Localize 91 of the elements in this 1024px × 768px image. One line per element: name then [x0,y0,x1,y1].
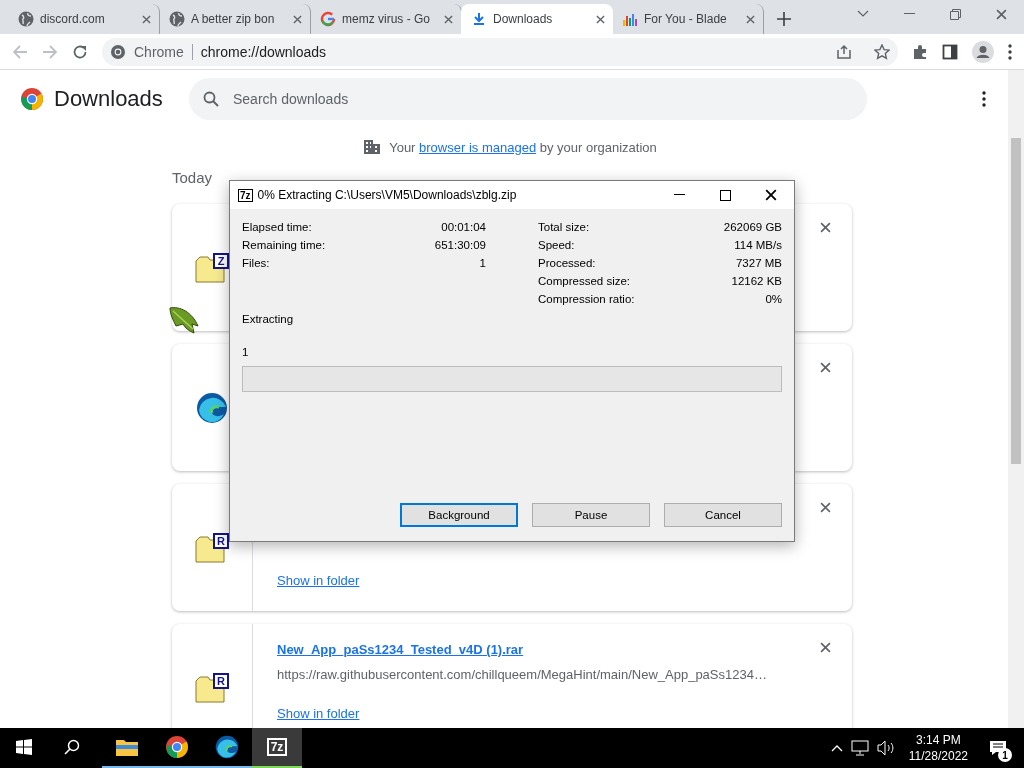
app-logo: 7z [238,188,253,202]
stat-label: Processed: [538,257,596,271]
chevron-down-icon [857,10,869,18]
reload-icon[interactable] [72,43,88,60]
stat-value: 651:30:09 [434,239,486,253]
star-icon[interactable] [874,43,890,60]
chrome-logo-icon [20,87,44,111]
file-type-letter: R [213,532,229,549]
folder-icon [115,737,139,757]
search-icon [203,91,219,107]
source-url: https://raw.githubusercontent.com/chillqueem/MegaHint/main/New_App_paSs1234… [277,667,768,682]
file-name-link[interactable]: New_App_paSs1234_Tested_v4D (1).rar [277,642,828,657]
edge-logo-icon [215,735,239,759]
puzzle-icon[interactable] [912,43,928,60]
stat-label: Compression ratio: [538,293,635,307]
close-icon [820,222,831,233]
stat-label: Total size: [538,221,590,235]
file-type-letter: Z [213,252,229,269]
site-label: Chrome [134,43,193,60]
stat-label: Compressed size: [538,275,631,289]
dialog-button[interactable]: Pause [532,503,650,527]
profile-avatar-icon[interactable] [972,40,994,63]
stat-value: 7327 MB [735,257,782,271]
minimize-icon [903,13,915,15]
stat-value: 0% [765,293,782,307]
restore-icon [949,8,961,20]
dialog-button[interactable]: Background [400,503,518,527]
close-icon [995,8,1007,20]
close-icon [820,502,831,513]
show-in-folder-link[interactable]: Show in folder [277,706,828,721]
current-file: 1 [242,346,250,356]
edge-logo-icon [196,391,228,424]
dialog-title: 0% Extracting C:\Users\VM5\Downloads\zblg.zip [257,188,517,202]
search-field[interactable]: Search downloads [189,78,867,120]
new-tab-icon[interactable] [777,12,791,26]
chevron-up-icon[interactable] [830,744,843,752]
close-icon [444,14,453,24]
page-title: Downloads [54,86,164,112]
taskbar-app-button[interactable]: 7z [252,728,302,768]
globe-icon [18,11,34,27]
scroll-thumb[interactable] [1011,138,1021,464]
stat-value: 262069 GB [723,221,782,235]
clock[interactable]: 3:14 PM 11/28/2022 [908,732,968,764]
clock-date: 11/28/2022 [908,748,968,764]
stat-label: Speed: [538,239,575,253]
clock-time: 3:14 PM [916,732,961,748]
stat-value: 1 [479,257,486,271]
building-icon [363,139,382,155]
close-icon [765,189,777,201]
dialog-button[interactable]: Cancel [664,503,782,527]
windows-logo-icon [16,739,32,755]
network-icon[interactable] [850,740,869,756]
side-panel-icon[interactable] [942,43,958,60]
stat-label: Files: [242,257,270,271]
chrome-logo-icon [165,735,189,759]
status-text: Extracting [242,313,295,327]
more-options-icon[interactable] [982,91,986,107]
globe-icon [169,11,185,27]
speaker-icon[interactable] [876,740,895,756]
close-icon [746,14,755,24]
close-icon [596,14,605,24]
file-type-letter: R [213,672,229,689]
stat-label: Remaining time: [242,239,326,253]
share-icon[interactable] [836,43,852,60]
url-text: chrome://downloads [200,43,327,60]
chrome-icon [110,43,126,60]
date-heading: Today [172,169,214,186]
close-icon [820,642,831,653]
download-icon [471,11,487,27]
notification-button[interactable]: 1 [982,730,1014,766]
bars-icon [622,11,638,27]
close-icon [820,362,831,373]
leaf-icon [168,306,200,336]
close-icon [142,14,151,24]
browser-tab[interactable]: Downloads [461,4,613,34]
close-icon [293,14,302,24]
stat-value: 00:01:04 [441,221,486,235]
stat-label: Elapsed time: [242,221,312,235]
notification-count: 1 [998,748,1012,762]
address-bar[interactable]: Chrome chrome://downloads [102,37,898,66]
scrollbar[interactable] [1008,70,1024,728]
stat-value: 114 MB/s [734,239,782,253]
minimize-icon [673,194,685,196]
managed-link[interactable]: browser is managed [419,139,537,155]
show-in-folder-link[interactable]: Show in folder [277,573,828,588]
stat-value: 12162 KB [731,275,782,289]
search-icon [64,739,80,755]
maximize-icon [719,189,731,201]
menu-icon[interactable] [1008,43,1012,60]
managed-notice: Your browser is managed by your organization [389,139,657,155]
google-icon [320,11,336,27]
